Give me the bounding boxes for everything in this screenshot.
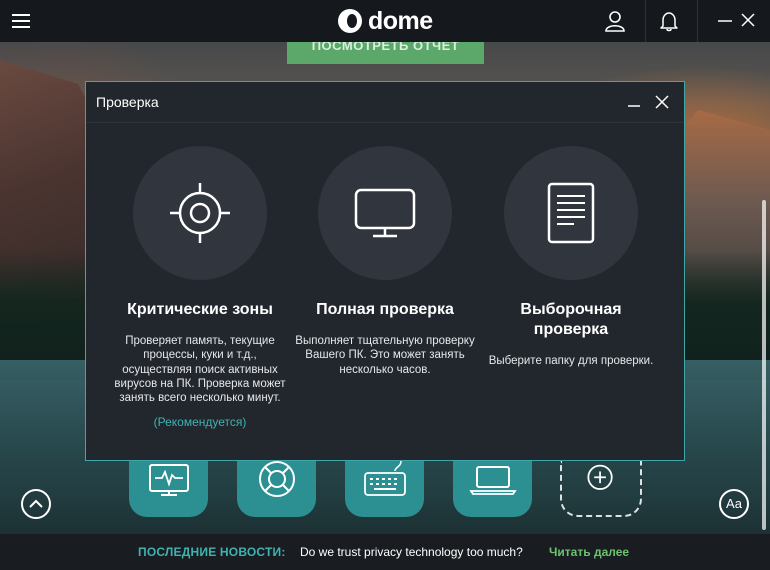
- tile-lifebuoy[interactable]: [237, 461, 316, 517]
- hamburger-menu-icon[interactable]: [12, 14, 30, 28]
- document-icon: [547, 182, 595, 244]
- app-logo: dome: [338, 6, 433, 36]
- scan-option-title: Полная проверка: [316, 301, 454, 318]
- font-size-button[interactable]: Aa: [719, 489, 749, 519]
- scan-option-icon-circle[interactable]: [318, 146, 452, 280]
- user-icon[interactable]: [604, 10, 626, 32]
- view-report-button[interactable]: ПОСМОТРЕТЬ ОТЧЕТ: [287, 42, 484, 64]
- chevron-up-icon: [29, 499, 43, 508]
- scan-option-description: Выберите папку для проверки.: [488, 355, 654, 367]
- news-label: ПОСЛЕДНИЕ НОВОСТИ:: [138, 545, 286, 559]
- scan-option-title: Выборочная проверка: [520, 301, 622, 338]
- bell-icon[interactable]: [658, 10, 680, 32]
- minimize-window-icon[interactable]: [716, 10, 734, 30]
- panda-logo-icon: [338, 9, 362, 33]
- close-window-icon[interactable]: [739, 10, 757, 30]
- scan-option-custom-scan[interactable]: Выборочная проверка Выберите папку для п…: [481, 146, 661, 368]
- dialog-close-icon[interactable]: [654, 94, 670, 110]
- tile-keyboard[interactable]: [345, 461, 424, 517]
- scan-option-title: Критические зоны: [127, 301, 273, 318]
- crosshair-icon: [170, 183, 230, 243]
- scrollbar[interactable]: [762, 200, 766, 530]
- laptop-icon: [469, 466, 517, 495]
- logo-text: dome: [368, 6, 433, 35]
- dialog-header-divider: [86, 122, 684, 123]
- news-bar: ПОСЛЕДНИЕ НОВОСТИ: Do we trust privacy t…: [0, 534, 770, 570]
- plus-icon: [587, 464, 613, 490]
- top-bar: dome: [0, 0, 770, 42]
- tile-monitor-pulse[interactable]: [129, 461, 208, 517]
- scan-option-full-scan[interactable]: Полная проверка Выполняет тщательную про…: [295, 146, 475, 377]
- scan-option-icon-circle[interactable]: [133, 146, 267, 280]
- dialog-minimize-icon[interactable]: [626, 94, 642, 110]
- scan-option-icon-circle[interactable]: [504, 146, 638, 280]
- lifebuoy-icon: [259, 461, 295, 497]
- monitor-icon: [354, 188, 416, 238]
- news-headline[interactable]: Do we trust privacy technology too much?: [300, 534, 523, 570]
- topbar-separator: [697, 0, 698, 42]
- monitor-pulse-icon: [149, 464, 189, 496]
- scan-option-description: Проверяет память, текущие процессы, куки…: [114, 335, 286, 405]
- scroll-up-button[interactable]: [21, 489, 51, 519]
- scan-dialog: Проверка Критические зоны Проверяет памя…: [85, 81, 685, 461]
- add-tile-button[interactable]: [560, 461, 642, 517]
- dialog-title: Проверка: [96, 94, 159, 110]
- scan-option-critical-areas[interactable]: Критические зоны Проверяет память, текущ…: [110, 146, 290, 429]
- scan-option-description: Выполняет тщательную проверку Вашего ПК.…: [295, 335, 475, 376]
- topbar-separator: [645, 0, 646, 42]
- recommended-label: (Рекомендуется): [153, 415, 247, 430]
- read-more-link[interactable]: Читать далее: [549, 534, 629, 570]
- tile-laptop[interactable]: [453, 461, 532, 517]
- keyboard-icon: [364, 461, 406, 496]
